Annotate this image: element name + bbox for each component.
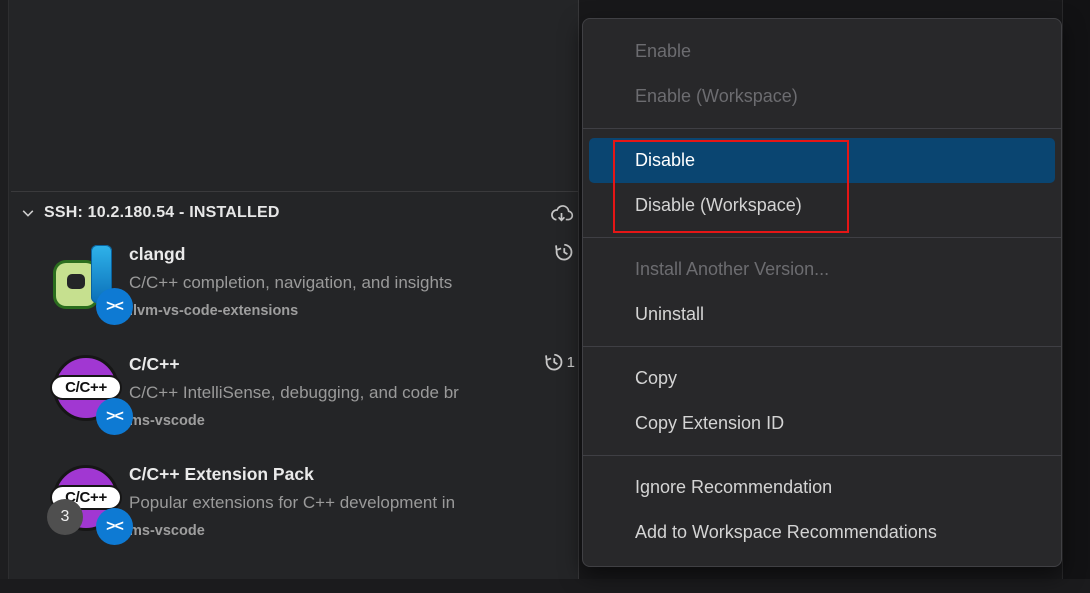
remote-ssh-badge-icon: >< [96, 398, 133, 435]
section-divider [11, 191, 578, 192]
chevron-down-icon[interactable] [21, 206, 35, 220]
menu-item-enable: Enable [583, 29, 1061, 74]
extension-row-cpp-extension-pack[interactable]: C/C++ 3 >< C/C++ Extension Pack Popular … [9, 452, 579, 558]
extension-meta-count: 1 [567, 354, 575, 371]
menu-item-ignore-recommendation[interactable]: Ignore Recommendation [583, 465, 1061, 510]
extension-publisher: ms-vscode [129, 518, 579, 545]
editor-scrollbar-column [1062, 0, 1090, 593]
cpp-logo-label: C/C++ [50, 375, 122, 400]
cpp-extension-pack-logo: C/C++ 3 >< [53, 465, 119, 531]
remote-ssh-badge-icon: >< [96, 508, 133, 545]
extension-row-clangd[interactable]: >< clangd C/C++ completion, navigation, … [9, 232, 579, 338]
menu-item-copy[interactable]: Copy [583, 356, 1061, 401]
menu-item-add-to-workspace-recommendations[interactable]: Add to Workspace Recommendations [583, 510, 1061, 555]
extension-context-menu: Enable Enable (Workspace) Disable Disabl… [582, 18, 1062, 567]
extension-name: clangd [129, 241, 579, 267]
status-bar-area [0, 579, 1090, 593]
history-icon [543, 351, 565, 373]
menu-separator [583, 237, 1061, 238]
extension-publisher: llvm-vs-code-extensions [129, 298, 579, 325]
pack-count-badge: 3 [47, 499, 83, 535]
extension-description: C/C++ completion, navigation, and insigh… [129, 267, 579, 298]
extension-publisher: ms-vscode [129, 408, 579, 435]
clangd-logo: >< [53, 245, 119, 311]
menu-item-enable-workspace: Enable (Workspace) [583, 74, 1061, 119]
cpp-logo: C/C++ >< [53, 355, 119, 421]
cloud-download-icon[interactable] [548, 200, 575, 227]
extension-row-cpp[interactable]: C/C++ >< C/C++ C/C++ IntelliSense, debug… [9, 342, 579, 448]
extension-name: C/C++ [129, 351, 579, 377]
extension-name: C/C++ Extension Pack [129, 461, 579, 487]
section-header-ssh-installed[interactable]: SSH: 10.2.180.54 - INSTALLED [9, 196, 578, 230]
extension-description: C/C++ IntelliSense, debugging, and code … [129, 377, 579, 408]
menu-item-uninstall[interactable]: Uninstall [583, 292, 1061, 337]
menu-separator [583, 346, 1061, 347]
remote-ssh-badge-icon: >< [96, 288, 133, 325]
menu-item-copy-extension-id[interactable]: Copy Extension ID [583, 401, 1061, 446]
menu-item-install-another-version: Install Another Version... [583, 247, 1061, 292]
history-icon [553, 241, 575, 263]
section-header-label: SSH: 10.2.180.54 - INSTALLED [44, 204, 280, 222]
activity-bar-edge [0, 0, 9, 579]
extension-description: Popular extensions for C++ development i… [129, 487, 579, 518]
extensions-sidebar: SSH: 10.2.180.54 - INSTALLED >< clangd C… [9, 0, 579, 579]
annotation-highlight-box [613, 140, 849, 233]
menu-separator [583, 128, 1061, 129]
menu-separator [583, 455, 1061, 456]
